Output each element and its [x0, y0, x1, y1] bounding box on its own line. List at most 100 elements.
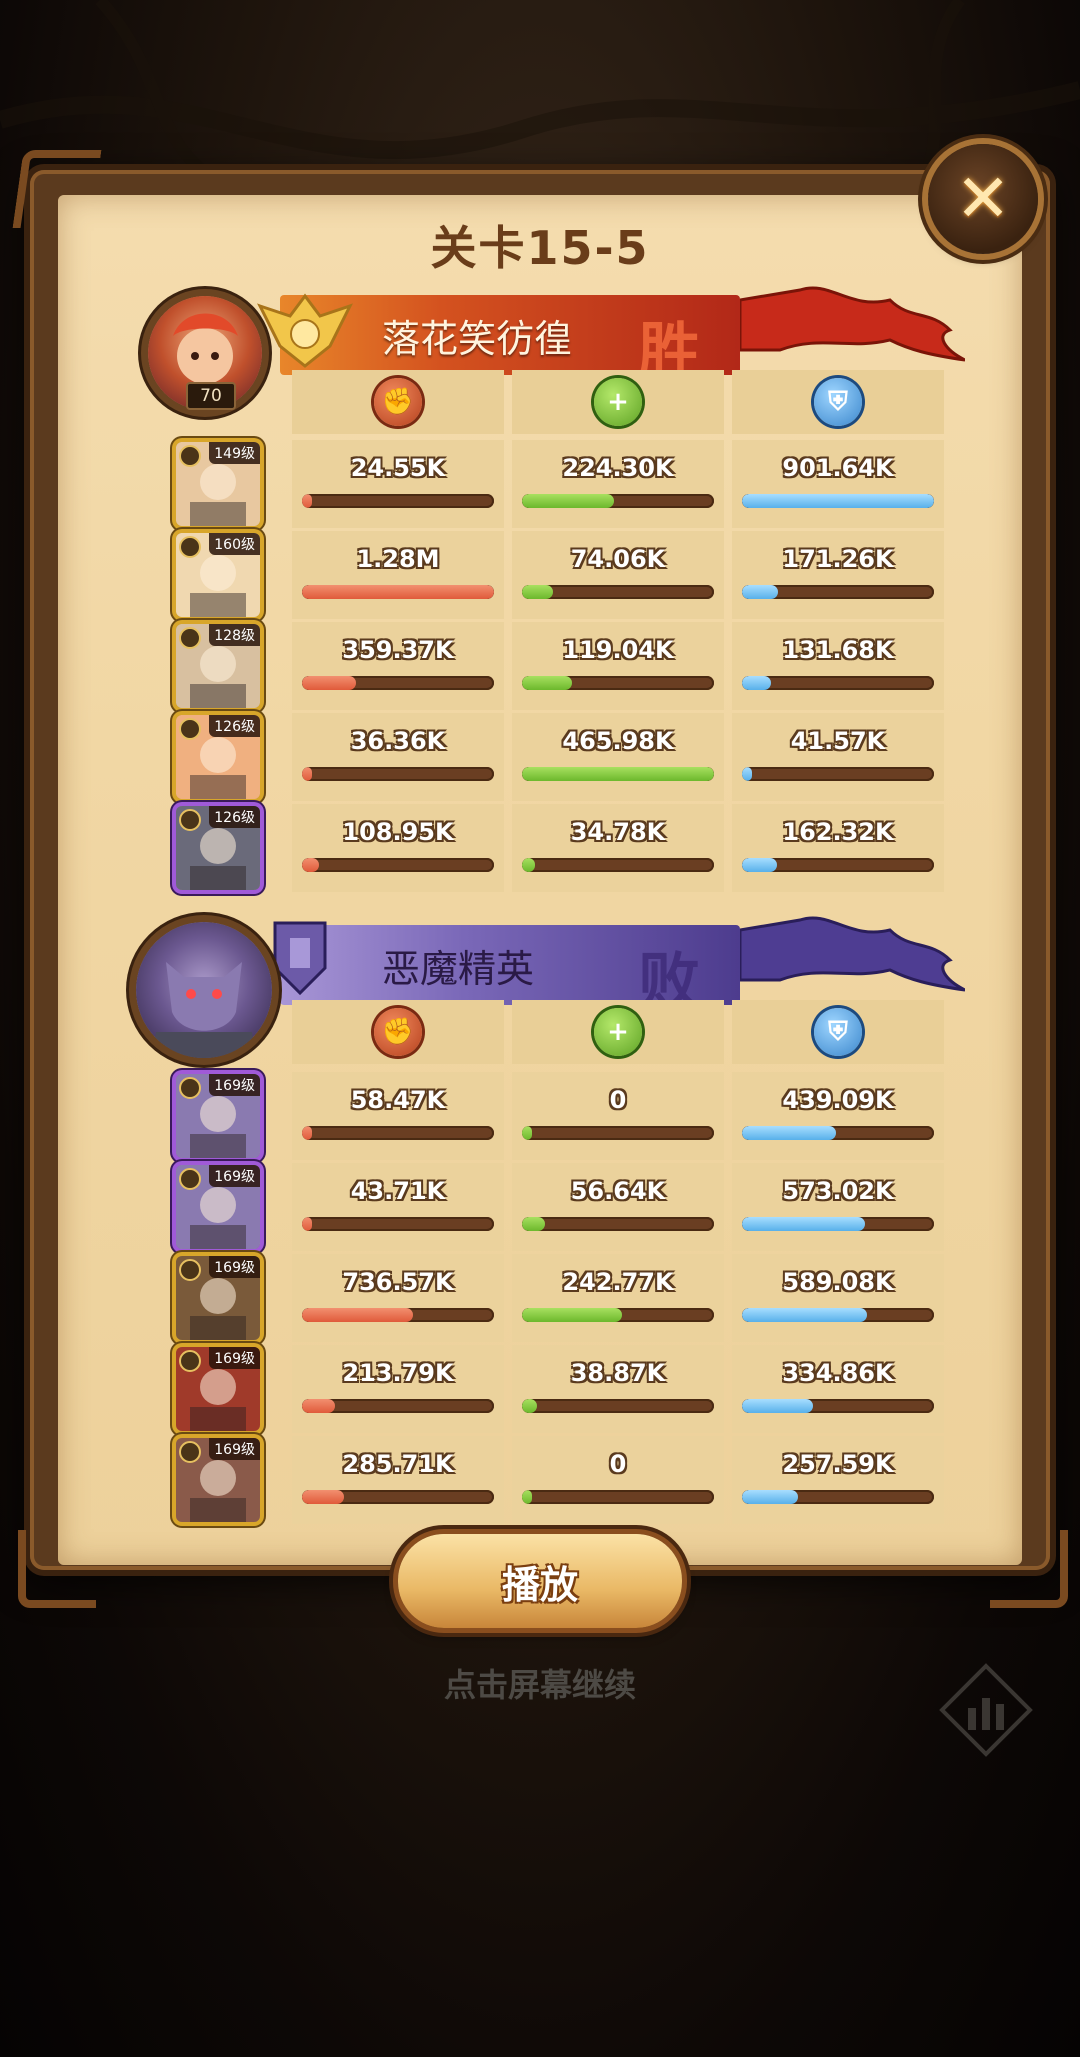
team-a-stat-header: ✊ + ⛨: [292, 370, 952, 434]
damage-value: 1.28M: [356, 545, 440, 573]
bar-fill: [742, 1399, 814, 1413]
heal-column-header: +: [512, 1000, 724, 1064]
damage-cell: 108.95K: [292, 804, 504, 892]
damage-bar: [302, 585, 494, 599]
damage-column-header: ✊: [292, 1000, 504, 1064]
heal-bar: [522, 494, 714, 508]
hero-level: 169级: [209, 1438, 260, 1460]
bar-fill: [522, 1217, 546, 1231]
heal-cell: 74.06K: [512, 531, 724, 619]
hero-portrait[interactable]: 126级: [176, 715, 260, 799]
hero-row: 128级 359.37K 119.04K 131.68K: [142, 622, 954, 710]
heal-bar: [522, 858, 714, 872]
defense-bar: [742, 858, 934, 872]
team-b-name: 恶魔精英: [382, 946, 535, 991]
damage-icon: ✊: [374, 1008, 422, 1056]
frame-corner-bottom-left: [18, 1530, 96, 1608]
hero-row: 169级 736.57K 242.77K 589.08K: [142, 1254, 954, 1342]
team-a-flag: [740, 286, 965, 362]
bar-chart-icon[interactable]: [938, 1662, 1034, 1758]
bar-fill: [302, 676, 356, 690]
damage-value: 359.37K: [342, 636, 454, 664]
bar-fill: [742, 1126, 837, 1140]
damage-value: 285.71K: [342, 1450, 454, 1478]
hero-portrait[interactable]: 169级: [176, 1165, 260, 1249]
bar-fill: [302, 1126, 312, 1140]
hero-portrait[interactable]: 169级: [176, 1347, 260, 1431]
defense-cell: 41.57K: [732, 713, 944, 801]
bar-fill: [522, 1126, 532, 1140]
damage-bar: [302, 858, 494, 872]
heal-bar: [522, 1490, 714, 1504]
hero-portrait[interactable]: 160级: [176, 533, 260, 617]
bar-fill: [742, 585, 779, 599]
heal-cell: 34.78K: [512, 804, 724, 892]
star-rank-icon: [179, 718, 201, 740]
hero-level: 169级: [209, 1165, 260, 1187]
hero-portrait[interactable]: 169级: [176, 1074, 260, 1158]
heal-value: 0: [609, 1450, 627, 1478]
star-rank-icon: [179, 536, 201, 558]
heal-bar: [522, 1217, 714, 1231]
bar-fill: [522, 767, 714, 781]
replay-button-label: 播放: [501, 1562, 578, 1607]
defense-value: 41.57K: [790, 727, 886, 755]
damage-value: 736.57K: [342, 1268, 454, 1296]
defense-bar: [742, 1126, 934, 1140]
hero-row: 169级 58.47K 0 439.09K: [142, 1072, 954, 1160]
damage-bar: [302, 494, 494, 508]
damage-bar: [302, 767, 494, 781]
damage-cell: 43.71K: [292, 1163, 504, 1251]
bar-fill: [522, 1490, 532, 1504]
star-rank-icon: [179, 1259, 201, 1281]
damage-cell: 213.79K: [292, 1345, 504, 1433]
close-icon: ✕: [955, 160, 1011, 237]
bar-fill: [742, 767, 752, 781]
team-a-name: 落花笑彷徨: [382, 316, 573, 361]
damage-cell: 736.57K: [292, 1254, 504, 1342]
heal-bar: [522, 1308, 714, 1322]
defense-value: 573.02K: [782, 1177, 894, 1205]
defense-bar: [742, 1490, 934, 1504]
defense-bar: [742, 767, 934, 781]
heal-bar: [522, 585, 714, 599]
defense-column-header: ⛨: [732, 1000, 944, 1064]
star-rank-icon: [179, 445, 201, 467]
hero-portrait[interactable]: 169级: [176, 1438, 260, 1522]
team-b-banner: 恶魔精英 败: [280, 925, 740, 1018]
defense-cell: 131.68K: [732, 622, 944, 710]
heal-value: 242.77K: [562, 1268, 674, 1296]
heal-icon: +: [594, 378, 642, 426]
hero-level: 149级: [209, 442, 260, 464]
close-button[interactable]: ✕: [928, 144, 1038, 254]
hero-portrait[interactable]: 149级: [176, 442, 260, 526]
defense-bar: [742, 585, 934, 599]
defense-bar: [742, 676, 934, 690]
hero-portrait[interactable]: 169级: [176, 1256, 260, 1340]
heal-column-header: +: [512, 370, 724, 434]
bar-fill: [522, 1399, 538, 1413]
tap-to-continue-hint: 点击屏幕继续: [443, 1666, 636, 1704]
damage-bar: [302, 1308, 494, 1322]
bar-fill: [742, 1308, 867, 1322]
defense-cell: 589.08K: [732, 1254, 944, 1342]
damage-bar: [302, 1399, 494, 1413]
hero-portrait[interactable]: 128级: [176, 624, 260, 708]
damage-icon: ✊: [374, 378, 422, 426]
hero-level: 128级: [209, 624, 260, 646]
hero-level: 169级: [209, 1347, 260, 1369]
team-b-avatar[interactable]: [136, 922, 272, 1058]
defense-value: 131.68K: [782, 636, 894, 664]
stage-title: 关卡15-5: [430, 221, 650, 275]
hero-row: 149级 24.55K 224.30K 901.64K: [142, 440, 954, 528]
hero-portrait[interactable]: 126级: [176, 806, 260, 890]
bar-fill: [302, 858, 320, 872]
heal-cell: 119.04K: [512, 622, 724, 710]
damage-bar: [302, 1217, 494, 1231]
replay-button[interactable]: 播放: [398, 1534, 682, 1628]
heal-value: 34.78K: [570, 818, 666, 846]
star-rank-icon: [179, 1441, 201, 1463]
heal-cell: 0: [512, 1072, 724, 1160]
damage-cell: 24.55K: [292, 440, 504, 528]
heal-bar: [522, 767, 714, 781]
